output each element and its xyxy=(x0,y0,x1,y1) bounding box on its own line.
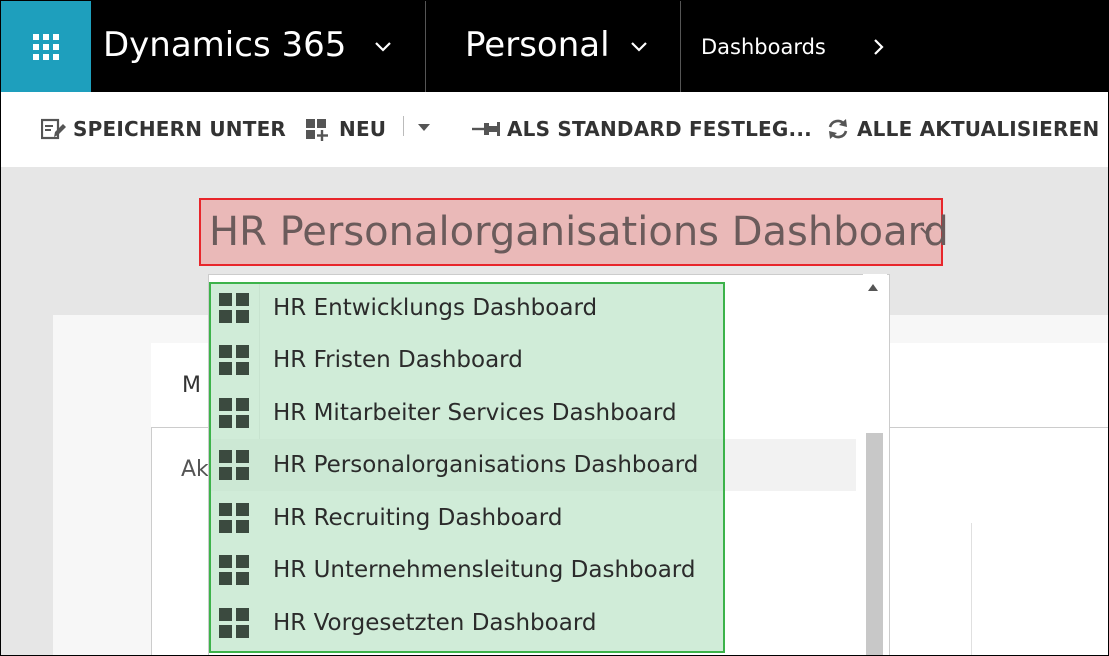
command-bar: SPEICHERN UNTER NEU ALS STANDARD FESTLEG… xyxy=(1,92,1108,167)
scroll-up-arrow-icon[interactable] xyxy=(868,284,878,291)
dropdown-item-label: HR Unternehmensleitung Dashboard xyxy=(273,557,696,583)
waffle-icon xyxy=(33,33,59,60)
chevron-right-icon[interactable] xyxy=(869,37,889,57)
caret-down-icon[interactable] xyxy=(417,123,431,133)
dashboard-icon xyxy=(219,398,249,428)
dashboard-title: HR Personalorganisations Dashboard xyxy=(209,209,949,255)
dropdown-item-label: HR Personalorganisations Dashboard xyxy=(273,452,699,478)
set-default-label: ALS STANDARD FESTLEG... xyxy=(507,117,812,141)
set-default-button[interactable]: ALS STANDARD FESTLEG... xyxy=(471,116,812,142)
dashboard-icon xyxy=(219,293,249,323)
command-divider xyxy=(403,116,404,136)
dropdown-item-label: HR Entwicklungs Dashboard xyxy=(273,295,598,321)
dashboard-icon xyxy=(219,555,249,585)
refresh-all-label: ALLE AKTUALISIEREN xyxy=(857,117,1100,141)
new-label: NEU xyxy=(339,117,387,141)
panel-header-text: M xyxy=(182,373,201,398)
nav-divider xyxy=(680,1,681,92)
breadcrumb-dashboards[interactable]: Dashboards xyxy=(701,33,826,61)
chevron-down-icon[interactable] xyxy=(919,226,933,236)
chevron-down-icon[interactable] xyxy=(373,37,393,57)
dropdown-item-label: HR Fristen Dashboard xyxy=(273,347,523,373)
refresh-icon xyxy=(828,119,848,139)
dropdown-item-label: HR Vorgesetzten Dashboard xyxy=(273,610,597,636)
pin-icon xyxy=(472,122,500,136)
refresh-all-button[interactable]: ALLE AKTUALISIEREN xyxy=(825,116,1099,142)
dashboard-selector[interactable]: HR Personalorganisations Dashboard xyxy=(199,198,949,266)
new-dashboard-icon xyxy=(306,119,328,141)
scrollbar-thumb[interactable] xyxy=(866,433,883,655)
app-frame: Dynamics 365 Personal Dashboards SPEICHE… xyxy=(0,0,1109,656)
save-as-label: SPEICHERN UNTER xyxy=(73,117,287,141)
new-button[interactable]: NEU xyxy=(305,116,386,142)
save-as-icon xyxy=(41,118,66,140)
dashboard-icon xyxy=(219,345,249,375)
area-selector[interactable]: Personal xyxy=(465,23,610,67)
dashboard-icon xyxy=(219,503,249,533)
dropdown-item-label: HR Mitarbeiter Services Dashboard xyxy=(273,400,677,426)
dropdown-item-label: HR Recruiting Dashboard xyxy=(273,505,563,531)
chevron-down-icon[interactable] xyxy=(629,37,649,57)
dashboard-icon xyxy=(219,608,249,638)
dashboard-icon xyxy=(219,450,249,480)
top-nav-bar: Dynamics 365 Personal Dashboards xyxy=(1,1,1108,92)
app-launcher-button[interactable] xyxy=(1,1,91,92)
panel-row-text: Ak xyxy=(181,457,209,482)
nav-divider xyxy=(425,1,426,92)
brand-title[interactable]: Dynamics 365 xyxy=(103,23,346,67)
panel-divider xyxy=(971,523,972,655)
save-as-button[interactable]: SPEICHERN UNTER xyxy=(41,116,286,142)
